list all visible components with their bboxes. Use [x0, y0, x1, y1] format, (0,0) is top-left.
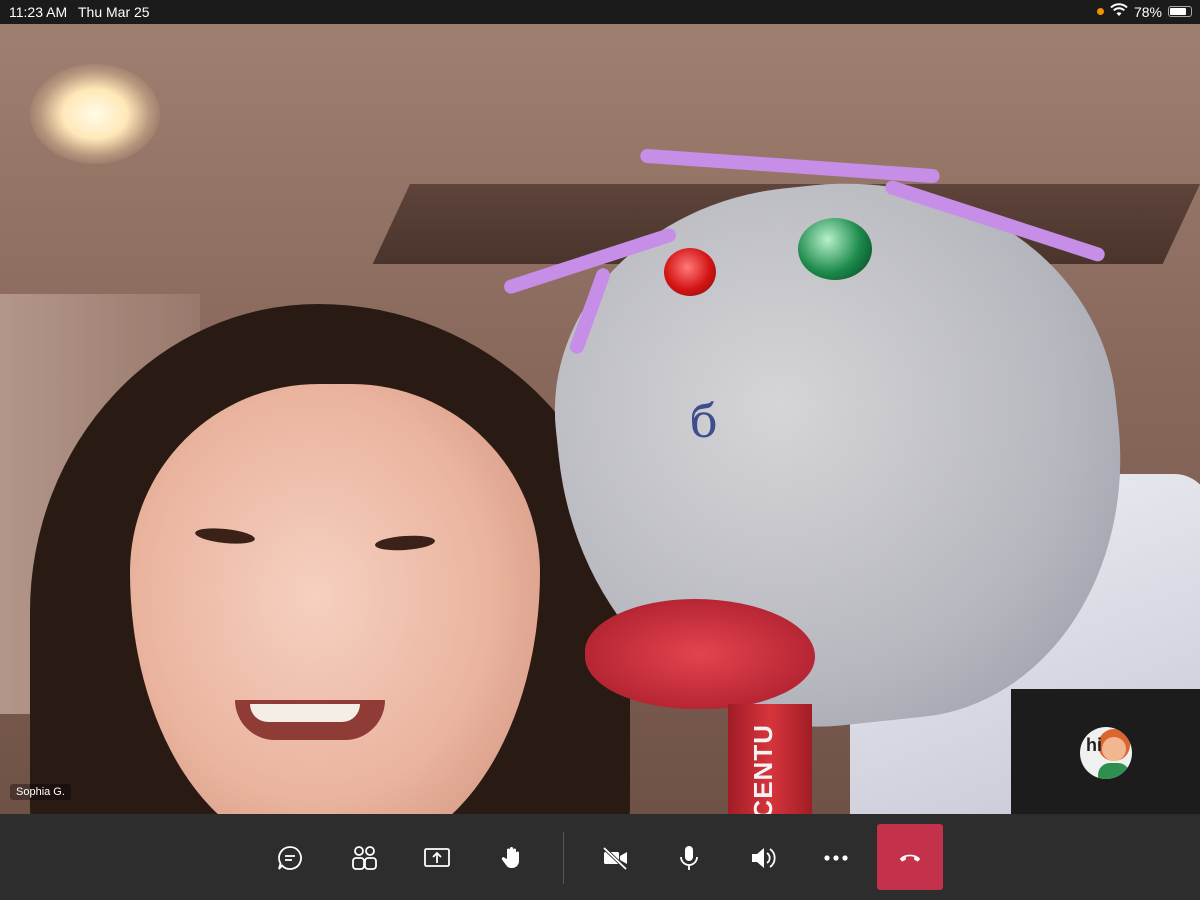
- hand-icon: [501, 847, 519, 868]
- puppet-drawn-nose: б: [690, 394, 718, 448]
- participant-face: [130, 384, 540, 814]
- leave-call-button[interactable]: [877, 824, 943, 890]
- puppet-lips: [585, 599, 815, 709]
- more-icon: [824, 855, 848, 861]
- microphone-icon: [680, 846, 698, 870]
- battery-icon: [1168, 6, 1192, 17]
- share-screen-icon: [424, 848, 450, 867]
- avatar-body: [1098, 763, 1130, 779]
- battery-percent: 78%: [1133, 3, 1162, 20]
- raise-hand-button[interactable]: [493, 842, 529, 874]
- status-right-group: 78%: [1096, 3, 1192, 20]
- battery-fill: [1170, 8, 1186, 15]
- speaker-button[interactable]: [745, 842, 781, 874]
- chat-icon: [278, 846, 302, 870]
- toolbar-divider: [563, 832, 564, 884]
- microphone-toggle-button[interactable]: [671, 842, 707, 874]
- share-screen-button[interactable]: [419, 842, 455, 874]
- avatar-hi-text: hi: [1086, 735, 1102, 755]
- puppet-hair-ribbon: [639, 148, 941, 184]
- marker-label: CENTU: [748, 724, 778, 814]
- self-avatar: hi: [1080, 727, 1132, 779]
- camera-off-icon: [602, 846, 628, 871]
- participants-icon: [352, 846, 377, 870]
- wifi-icon: [1110, 3, 1128, 20]
- participant-teeth: [250, 704, 360, 722]
- call-controls-toolbar: [0, 814, 1200, 900]
- ceiling-light: [30, 64, 160, 164]
- puppet-eye-red: [664, 248, 716, 296]
- more-options-button[interactable]: [818, 842, 854, 874]
- status-time: 11:23 AM: [9, 4, 68, 20]
- speaker-icon: [752, 848, 776, 868]
- participant-name-tag: Sophia G.: [10, 784, 71, 800]
- hang-up-icon: [899, 854, 921, 862]
- orange-dot-icon: [1096, 8, 1104, 15]
- status-date: Thu Mar 25: [78, 4, 150, 20]
- status-bar: 11:23 AM Thu Mar 25 78%: [0, 0, 1200, 24]
- avatar-head: [1102, 737, 1126, 761]
- camera-toggle-button[interactable]: [597, 842, 633, 874]
- chat-button[interactable]: [272, 842, 308, 874]
- puppet-eye-green: [798, 218, 872, 280]
- participants-button[interactable]: [346, 842, 382, 874]
